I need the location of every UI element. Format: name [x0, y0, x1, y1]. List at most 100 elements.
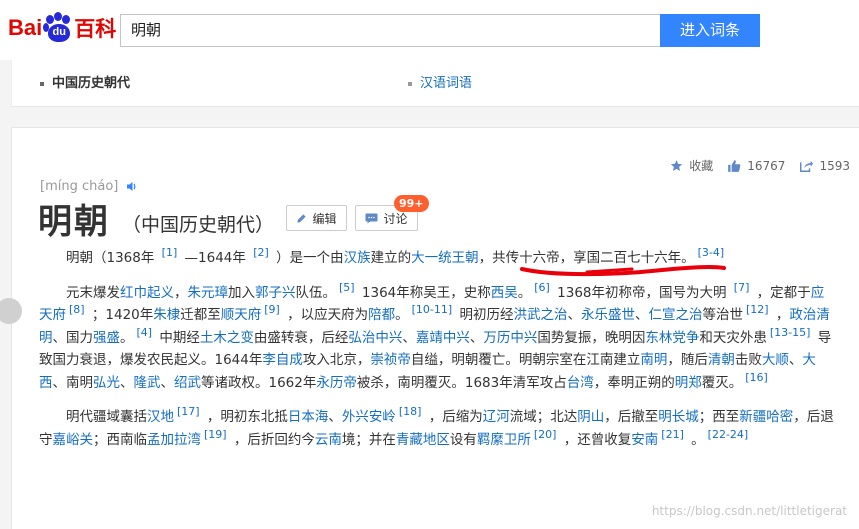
link[interactable]: 弘光 [93, 375, 120, 391]
link[interactable]: 大一统王朝 [411, 250, 479, 266]
link[interactable]: 嘉峪关 [53, 432, 94, 448]
citation[interactable]: [5] [339, 281, 355, 294]
nav-item-history-dynasty[interactable]: 中国历史朝代 [40, 72, 130, 91]
baidu-baike-logo[interactable]: Bai du 百科 [8, 11, 116, 45]
text: 迁都至 [180, 307, 221, 323]
link[interactable]: 明郑 [675, 375, 702, 391]
link[interactable]: 强盛 [93, 330, 120, 346]
nav-item-chinese-word[interactable]: 汉语词语 [408, 72, 472, 91]
link[interactable]: 绍武 [174, 375, 201, 391]
text: 。 [395, 307, 409, 323]
link[interactable]: 汉族 [344, 250, 371, 266]
citation[interactable]: [10-11] [412, 303, 453, 316]
citation[interactable]: [13-15] [770, 326, 811, 339]
page-subtitle: （中国历史朝代） [122, 214, 275, 236]
link[interactable]: 辽河 [483, 409, 510, 425]
citation[interactable]: [20] [534, 428, 557, 441]
citation[interactable]: [1] [162, 246, 178, 259]
link[interactable]: 土木之变 [200, 330, 254, 346]
speaker-icon[interactable] [126, 181, 138, 192]
text: ，定都于 [752, 284, 811, 301]
link[interactable]: 红巾起义 [120, 285, 174, 301]
paw-icon: du [43, 12, 73, 44]
citation[interactable]: [17] [177, 405, 200, 418]
link[interactable]: 万历中兴 [483, 330, 537, 346]
citation[interactable]: [6] [534, 281, 550, 294]
link[interactable]: 大顺 [762, 352, 789, 368]
citation[interactable]: [19] [204, 428, 227, 441]
citation[interactable]: [8] [69, 303, 85, 316]
citation[interactable]: [16] [745, 371, 768, 384]
citation[interactable]: [7] [734, 281, 750, 294]
edit-button[interactable]: 编辑 [286, 205, 347, 231]
citation[interactable]: [9] [264, 303, 280, 316]
text: 等治世 [702, 307, 743, 323]
side-toggle-icon[interactable] [0, 298, 22, 324]
share-button[interactable]: 1593 [799, 159, 850, 173]
citation[interactable]: [18] [399, 405, 422, 418]
link[interactable]: 明长城 [658, 409, 699, 425]
link[interactable]: 朱元璋 [188, 285, 229, 301]
link[interactable]: 陪都 [368, 307, 395, 323]
link[interactable]: 安南 [631, 432, 658, 448]
like-button[interactable]: 16767 [727, 159, 785, 173]
collect-button[interactable]: 收藏 [670, 157, 713, 174]
link[interactable]: 永历帝 [316, 375, 357, 391]
text: 明代疆域囊括 [66, 409, 147, 425]
link[interactable]: 隆武 [134, 375, 161, 391]
link[interactable]: 崇祯帝 [370, 352, 411, 368]
link[interactable]: 永乐盛世 [581, 307, 635, 323]
link[interactable]: 清朝 [708, 352, 735, 368]
link[interactable]: 汉地 [147, 409, 174, 425]
text: 等诸政权。1662年 [201, 374, 317, 391]
link[interactable]: 东林党争 [645, 330, 699, 346]
text: ，还曾收复 [559, 431, 632, 448]
citation[interactable]: [3-4] [698, 246, 725, 259]
citation[interactable]: [2] [253, 246, 269, 259]
text: 设有 [449, 431, 477, 448]
link[interactable]: 仁宣之治 [648, 307, 702, 323]
citation[interactable]: [4] [137, 326, 153, 339]
link[interactable]: 李自成 [262, 352, 303, 368]
link[interactable]: 朱棣 [153, 307, 180, 323]
link[interactable]: 洪武之治 [513, 307, 567, 323]
nav-item-label: 中国历史朝代 [52, 76, 131, 91]
search-button[interactable]: 进入词条 [660, 14, 760, 47]
text: 、 [788, 352, 803, 368]
link[interactable]: 嘉靖中兴 [416, 330, 470, 346]
link[interactable]: 郭子兴 [255, 285, 296, 301]
text: ，以应天府为 [282, 307, 369, 323]
link[interactable]: 日本海 [288, 409, 329, 425]
link[interactable]: 台湾 [567, 375, 594, 391]
link[interactable]: 顺天府 [221, 307, 262, 323]
link[interactable]: 外兴安岭 [342, 409, 396, 425]
text: 被杀，南明覆灭。1683年清军攻占 [356, 374, 567, 391]
search-input[interactable]: 明朝 [120, 14, 660, 47]
text: 、 [120, 374, 134, 391]
edit-label: 编辑 [312, 211, 337, 226]
link[interactable]: 西吴 [491, 285, 518, 301]
link[interactable]: 阴山 [577, 409, 604, 425]
paragraph: 明朝（1368年 [1] —1644年 [2] ）是一个由汉族建立的大一统王朝，… [39, 247, 837, 270]
main-content: 收藏 16767 1593 [míng cháo] 明朝 （中国历史朝代） 编辑… [0, 127, 859, 529]
citation[interactable]: [12] [746, 303, 769, 316]
link[interactable]: 弘治中兴 [348, 330, 402, 346]
link[interactable]: 孟加拉湾 [147, 432, 201, 448]
link[interactable]: 云南 [315, 432, 342, 448]
text: 明初历经 [455, 307, 514, 323]
text: 1364年称吴王，史称 [357, 284, 491, 301]
citation[interactable]: [21] [661, 428, 684, 441]
pinyin-text: [míng cháo] [40, 179, 119, 194]
link[interactable]: 南明 [640, 352, 667, 368]
page-title: 明朝 [38, 202, 110, 242]
citation[interactable]: [22-24] [708, 428, 749, 441]
text: ）是一个由 [271, 250, 344, 266]
link[interactable]: 新疆哈密 [739, 409, 793, 425]
entry-actions: 收藏 16767 1593 [656, 157, 850, 174]
link[interactable]: 青藏地区 [396, 432, 450, 448]
thumbs-up-icon [728, 159, 741, 172]
link[interactable]: 羁縻卫所 [477, 432, 531, 448]
text: ， [771, 307, 790, 323]
pencil-icon [297, 213, 307, 223]
text: 流域；北达 [509, 409, 578, 425]
